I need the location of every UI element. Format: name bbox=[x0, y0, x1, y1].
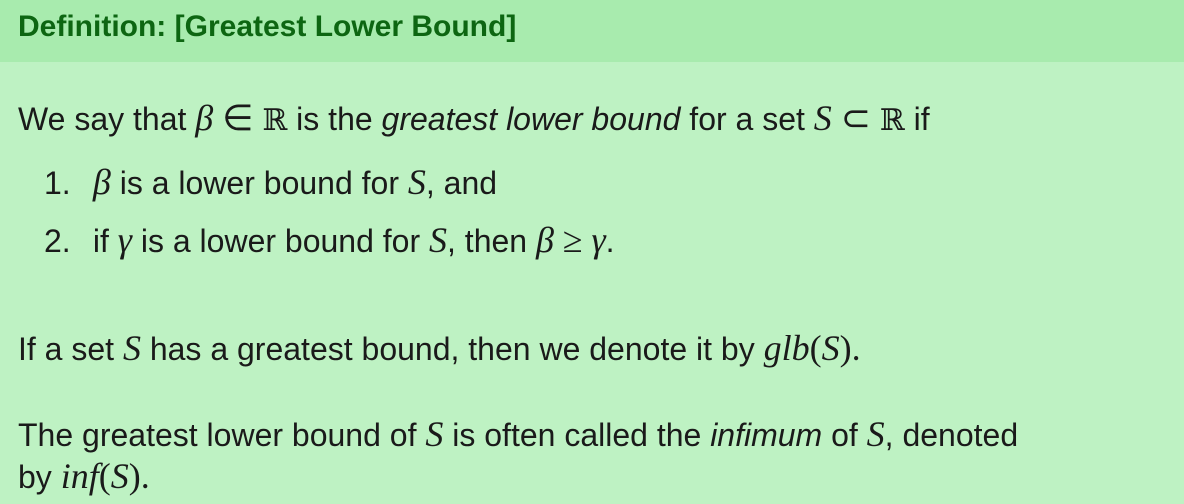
text: , denoted bbox=[884, 417, 1019, 453]
glb-notation: glb bbox=[763, 328, 810, 368]
text: is often called the bbox=[452, 417, 702, 453]
text: We say that bbox=[18, 101, 187, 137]
element-of-symbol: ∈ bbox=[222, 98, 254, 138]
reals-symbol: ℝ bbox=[879, 103, 905, 138]
infimum-statement: The greatest lower bound of S is often c… bbox=[18, 414, 1018, 455]
text: , then bbox=[447, 223, 528, 259]
definition-title: Definition: [Greatest Lower Bound] bbox=[18, 10, 517, 43]
set-symbol: S bbox=[821, 328, 840, 368]
set-symbol: S bbox=[866, 414, 885, 454]
beta-symbol: β bbox=[535, 220, 554, 260]
emphasis-infimum: infimum bbox=[710, 417, 823, 453]
subset-symbol: ⊂ bbox=[840, 98, 871, 138]
text: for a set bbox=[689, 101, 805, 137]
paren: ( bbox=[809, 328, 822, 368]
paren: ( bbox=[98, 456, 111, 496]
paren: ). bbox=[128, 456, 150, 496]
text: If a set bbox=[18, 331, 115, 367]
paren: ). bbox=[839, 328, 861, 368]
gamma-symbol: γ bbox=[117, 220, 132, 260]
text: The greatest lower bound of bbox=[18, 417, 417, 453]
text: is a lower bound for bbox=[119, 165, 399, 201]
item-number: 2. bbox=[44, 223, 71, 259]
text: is the bbox=[296, 101, 373, 137]
beta-symbol: β bbox=[92, 162, 111, 202]
beta-symbol: β bbox=[195, 98, 214, 138]
gamma-symbol: γ bbox=[591, 220, 606, 260]
text: if bbox=[913, 101, 930, 137]
emphasis-greatest-lower-bound: greatest lower bound bbox=[381, 101, 681, 137]
inf-notation: inf bbox=[60, 456, 99, 496]
text: , and bbox=[425, 165, 498, 201]
notation-statement: If a set S has a greatest bound, then we… bbox=[18, 328, 861, 369]
infimum-notation: by inf(S). bbox=[18, 456, 150, 497]
title-bar: Definition: [Greatest Lower Bound] bbox=[0, 0, 1184, 62]
text: is a lower bound for bbox=[140, 223, 421, 259]
text: has a greatest bound, then we denote it … bbox=[149, 331, 755, 367]
definition-slide: Definition: [Greatest Lower Bound] We sa… bbox=[0, 0, 1184, 504]
set-symbol: S bbox=[122, 328, 141, 368]
geq-symbol: ≥ bbox=[562, 220, 583, 260]
reals-symbol: ℝ bbox=[262, 103, 288, 138]
definition-statement: We say that β ∈ ℝ is the greatest lower … bbox=[18, 98, 930, 141]
text: by bbox=[18, 459, 52, 495]
set-symbol: S bbox=[813, 98, 832, 138]
condition-item-1: 1. β is a lower bound for S, and bbox=[44, 162, 497, 203]
text: of bbox=[831, 417, 858, 453]
condition-item-2: 2. if γ is a lower bound for S, then β ≥… bbox=[44, 220, 615, 261]
item-number: 1. bbox=[44, 165, 71, 201]
set-symbol: S bbox=[429, 220, 448, 260]
text: . bbox=[605, 223, 615, 259]
set-symbol: S bbox=[110, 456, 129, 496]
text: if bbox=[92, 223, 109, 259]
set-symbol: S bbox=[425, 414, 444, 454]
set-symbol: S bbox=[407, 162, 426, 202]
